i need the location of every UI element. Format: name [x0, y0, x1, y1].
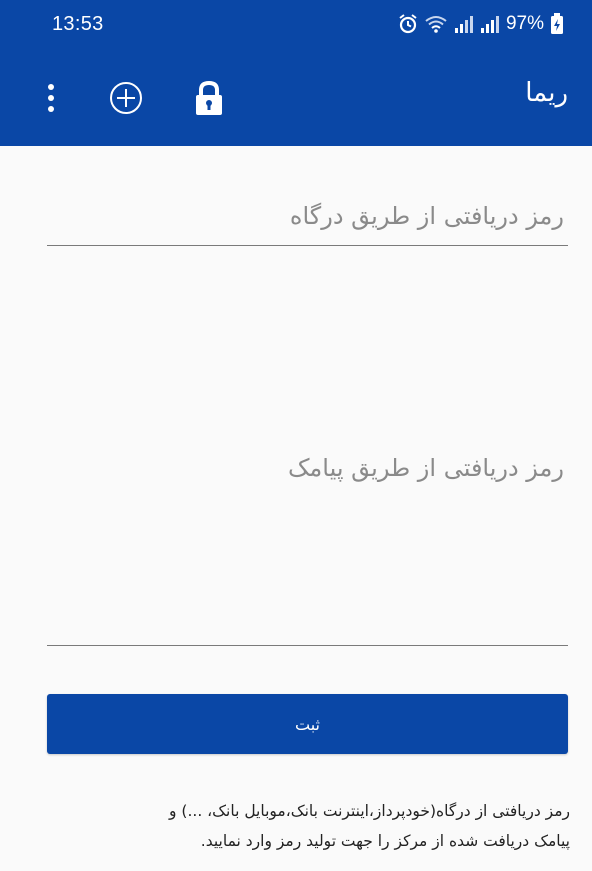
help-text: رمز دریافتی از درگاه(خودپرداز،اینترنت با…	[40, 796, 570, 856]
sms-password-field	[47, 440, 568, 646]
submit-button[interactable]: ثبت	[47, 694, 568, 754]
wifi-icon	[425, 16, 447, 33]
app-bar: ریما	[0, 50, 592, 146]
signal-icon	[480, 16, 499, 33]
alarm-icon	[399, 14, 417, 34]
battery-percent: 97%	[505, 13, 544, 34]
status-icons: 97%	[398, 11, 564, 37]
help-text-line: رمز دریافتی از درگاه(خودپرداز،اینترنت با…	[169, 802, 570, 820]
status-bar: 13:53 97%	[0, 0, 592, 50]
lock-icon[interactable]	[192, 80, 226, 116]
portal-password-input[interactable]	[47, 188, 568, 244]
app-title: ریما	[525, 78, 568, 108]
help-text-line: پیامک دریافت شده از مرکز را جهت تولید رم…	[200, 832, 570, 850]
more-vert-icon[interactable]	[40, 78, 62, 118]
portal-password-field	[47, 188, 568, 246]
add-circle-icon[interactable]	[106, 78, 146, 118]
sms-password-input[interactable]	[47, 440, 568, 640]
status-time: 13:53	[52, 13, 104, 35]
signal-icon	[454, 16, 473, 33]
battery-icon	[551, 13, 563, 34]
